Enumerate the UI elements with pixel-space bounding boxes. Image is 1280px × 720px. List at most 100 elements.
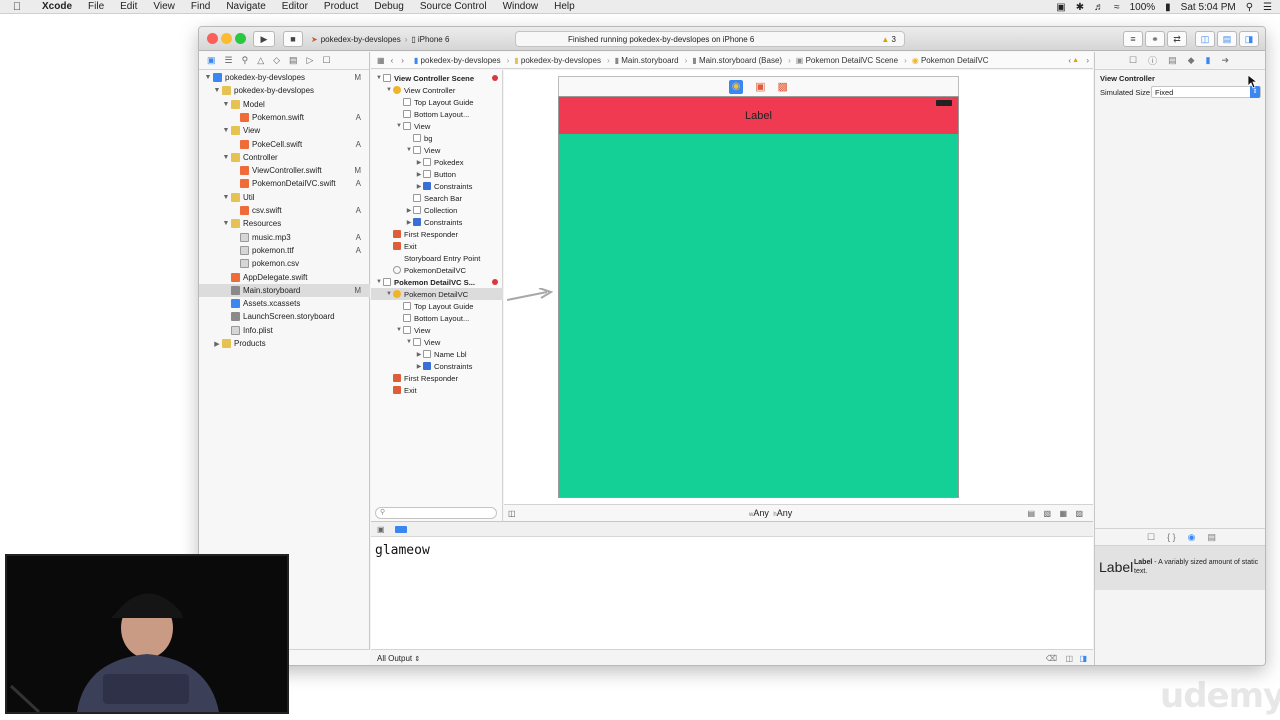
disclosure-closed-icon[interactable]: ▶ bbox=[415, 363, 423, 370]
navigator-item[interactable]: ViewController.swift M bbox=[199, 164, 370, 177]
navigator-item[interactable]: LaunchScreen.storyboard bbox=[199, 310, 370, 323]
outline-item[interactable]: Top Layout Guide bbox=[371, 96, 503, 108]
standard-editor-button[interactable]: ≡ bbox=[1123, 31, 1143, 47]
outline-item[interactable]: ▼ Pokemon DetailVC S... bbox=[371, 276, 503, 288]
navigator-item[interactable]: ▼ View bbox=[199, 124, 370, 137]
outline-item[interactable]: Bottom Layout... bbox=[371, 108, 503, 120]
hide-debug-icon[interactable]: ▣ bbox=[377, 525, 385, 534]
version-editor-button[interactable]: ⇄ bbox=[1167, 31, 1187, 47]
outline-item[interactable]: ▼ View bbox=[371, 336, 503, 348]
disclosure-open-icon[interactable]: ▼ bbox=[375, 279, 383, 285]
menu-debug[interactable]: Debug bbox=[366, 1, 411, 12]
connections-inspector-icon[interactable]: ➜ bbox=[1221, 55, 1229, 66]
navigator-item[interactable]: ▶ Products bbox=[199, 337, 370, 350]
run-button[interactable]: ▶ bbox=[253, 31, 275, 47]
outline-item[interactable]: ▶ Collection bbox=[371, 204, 503, 216]
size-class-selector[interactable]: wAny hAny bbox=[749, 508, 792, 518]
view-controller-icon[interactable]: ◉ bbox=[729, 79, 744, 94]
identity-inspector-icon[interactable]: ▤ bbox=[1168, 55, 1177, 66]
pin-icon[interactable]: ▦ bbox=[1059, 509, 1067, 518]
disclosure-closed-icon[interactable]: ▶ bbox=[212, 340, 222, 348]
navigator-item[interactable]: ▼ Controller bbox=[199, 151, 370, 164]
menu-file[interactable]: File bbox=[80, 1, 112, 12]
align-icon[interactable]: ▧ bbox=[1043, 509, 1051, 518]
navigator-item[interactable]: pokemon.csv bbox=[199, 257, 370, 270]
test-icon[interactable]: ◇ bbox=[273, 55, 280, 66]
issue-back-icon[interactable]: ‹ bbox=[1068, 56, 1071, 65]
navigator-item[interactable]: Info.plist bbox=[199, 324, 370, 337]
library-item-label[interactable]: Label Label - A variably sized amount of… bbox=[1095, 546, 1265, 590]
outline-item[interactable]: ▼ View Controller bbox=[371, 84, 503, 96]
navigator-item[interactable]: Main.storyboard M bbox=[199, 283, 370, 297]
disclosure-open-icon[interactable]: ▼ bbox=[221, 127, 231, 134]
warning-icon[interactable]: ▲ bbox=[1072, 57, 1079, 64]
report-icon[interactable]: ☐ bbox=[322, 55, 330, 66]
menu-xcode[interactable]: Xcode bbox=[34, 1, 80, 12]
outline-item[interactable]: ▶ Button bbox=[371, 168, 503, 180]
toggle-navigator-button[interactable]: ◫ bbox=[1195, 31, 1215, 47]
navigator-item[interactable]: csv.swift A bbox=[199, 204, 370, 217]
outline-item[interactable]: ▶ Constraints bbox=[371, 180, 503, 192]
output-filter-select[interactable]: All Output ⇕ bbox=[377, 654, 420, 663]
navigator-item[interactable]: pokemon.ttf A bbox=[199, 244, 370, 257]
clock[interactable]: Sat 5:04 PM bbox=[1181, 2, 1236, 13]
disclosure-closed-icon[interactable]: ▶ bbox=[415, 159, 423, 166]
breadcrumb-project[interactable]: ▮ pokedex-by-devslopes bbox=[414, 56, 507, 65]
navigator-item[interactable]: AppDelegate.swift bbox=[199, 271, 370, 284]
disclosure-closed-icon[interactable]: ▶ bbox=[415, 183, 423, 190]
disclosure-closed-icon[interactable]: ▶ bbox=[415, 351, 423, 358]
outline-item[interactable]: Exit bbox=[371, 384, 503, 396]
disclosure-open-icon[interactable]: ▼ bbox=[405, 339, 413, 345]
breakpoint-icon[interactable]: ▷ bbox=[307, 55, 314, 66]
menu-navigate[interactable]: Navigate bbox=[218, 1, 273, 12]
outline-item[interactable]: ▼ View bbox=[371, 324, 503, 336]
breadcrumb-scene[interactable]: ▣ Pokemon DetailVC Scene bbox=[796, 56, 904, 65]
disclosure-open-icon[interactable]: ▼ bbox=[221, 101, 231, 108]
debug-icon[interactable]: ▤ bbox=[289, 55, 298, 66]
simulated-size-select[interactable]: Fixed ⇕ bbox=[1151, 86, 1261, 98]
console-output[interactable]: glameow bbox=[371, 537, 1093, 649]
screen-record-icon[interactable]: ▣ bbox=[1056, 2, 1065, 13]
outline-filter-field[interactable]: ⚲ bbox=[375, 507, 497, 519]
name-label[interactable]: Label bbox=[745, 110, 772, 122]
navigator-item[interactable]: Pokemon.swift A bbox=[199, 111, 370, 124]
forward-arrow-icon[interactable]: › bbox=[401, 56, 414, 65]
breadcrumb-view-controller[interactable]: ◉ Pokemon DetailVC bbox=[912, 56, 995, 65]
disclosure-closed-icon[interactable]: ▶ bbox=[405, 207, 413, 214]
file-template-icon[interactable]: ☐ bbox=[1147, 532, 1155, 543]
toggle-debug-area-button[interactable]: ▤ bbox=[1217, 31, 1237, 47]
exit-icon[interactable]: ▩ bbox=[778, 80, 788, 93]
outline-item[interactable]: Exit bbox=[371, 240, 503, 252]
navigator-item[interactable]: ▼ Model bbox=[199, 98, 370, 111]
wifi-icon[interactable]: ≈ bbox=[1114, 2, 1120, 13]
media-library-icon[interactable]: ▤ bbox=[1207, 532, 1216, 543]
disclosure-open-icon[interactable]: ▼ bbox=[212, 87, 222, 94]
storyboard-canvas[interactable]: ◉ ▣ ▩ Label bbox=[504, 70, 1093, 504]
related-items-icon[interactable]: ▦ bbox=[371, 56, 391, 65]
apple-icon[interactable]:  bbox=[0, 1, 34, 13]
breakpoints-toggle-icon[interactable] bbox=[394, 525, 407, 533]
size-inspector-icon[interactable]: ▮ bbox=[1206, 55, 1211, 66]
search-icon[interactable]: ⚲ bbox=[242, 55, 249, 66]
breadcrumb-group[interactable]: ▮ pokedex-by-devslopes bbox=[514, 56, 607, 65]
file-inspector-icon[interactable]: ☐ bbox=[1129, 55, 1137, 66]
issue-icon[interactable]: △ bbox=[257, 55, 264, 66]
header-bar[interactable]: Label bbox=[559, 97, 958, 134]
navigator-item[interactable]: ▼ Util bbox=[199, 191, 370, 204]
spotlight-search-icon[interactable]: ⚲ bbox=[1246, 2, 1253, 13]
split-right-icon[interactable]: ◨ bbox=[1079, 654, 1087, 663]
disclosure-open-icon[interactable]: ▼ bbox=[221, 154, 231, 161]
volume-icon[interactable]: ♬ bbox=[1094, 2, 1104, 13]
toggle-utilities-button[interactable]: ◨ bbox=[1239, 31, 1259, 47]
menu-edit[interactable]: Edit bbox=[112, 1, 145, 12]
assistant-editor-button[interactable]: ⚭ bbox=[1145, 31, 1165, 47]
close-window-button[interactable] bbox=[207, 33, 218, 44]
outline-item[interactable]: ▼ View bbox=[371, 144, 503, 156]
pokemon-detail-view[interactable]: Label bbox=[558, 96, 959, 498]
object-library-icon[interactable]: ◉ bbox=[1188, 532, 1196, 543]
breadcrumb-file[interactable]: ▮ Main.storyboard bbox=[615, 56, 685, 65]
disclosure-open-icon[interactable]: ▼ bbox=[385, 87, 393, 93]
battery-icon[interactable]: ▮ bbox=[1165, 2, 1171, 13]
outline-item[interactable]: bg bbox=[371, 132, 503, 144]
disclosure-open-icon[interactable]: ▼ bbox=[375, 75, 383, 81]
